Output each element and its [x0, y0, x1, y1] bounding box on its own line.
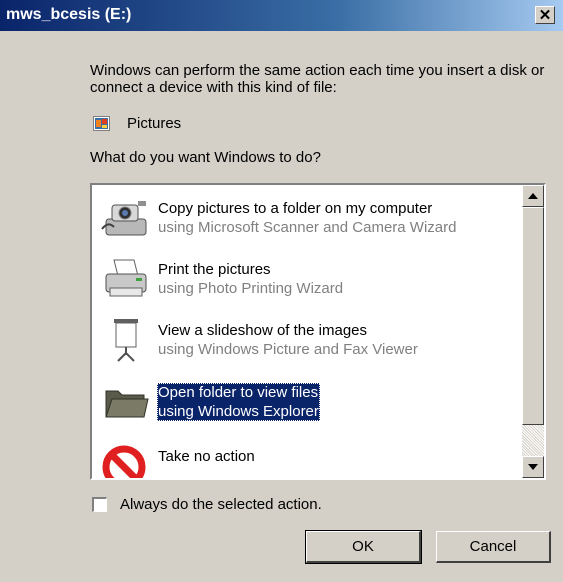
action-list: Copy pictures to a folder on my computer… [92, 185, 522, 478]
list-item-print-pictures[interactable]: Print the pictures using Photo Printing … [96, 246, 522, 306]
list-item-subtitle: using Windows Explorer [158, 403, 319, 420]
list-item-title: Open folder to view files [158, 384, 319, 401]
dialog-description: Windows can perform the same action each… [90, 62, 545, 96]
projector-screen-icon [114, 319, 138, 362]
list-item-copy-pictures[interactable]: Copy pictures to a folder on my computer… [96, 185, 522, 245]
list-item-subtitle: using Windows Picture and Fax Viewer [158, 341, 418, 358]
always-do-action-checkbox[interactable] [92, 497, 107, 512]
cancel-button[interactable]: Cancel [436, 531, 551, 563]
list-item-open-folder[interactable]: Open folder to view files using Windows … [96, 369, 522, 429]
content-type-label: Pictures [127, 115, 182, 132]
list-item-title: Copy pictures to a folder on my computer [158, 200, 433, 217]
camera-icon [101, 201, 147, 236]
autoplay-dialog: mws_bcesis (E:) ✕ Windows can perform th… [0, 0, 563, 582]
scroll-thumb[interactable] [522, 207, 544, 425]
folder-icon [105, 390, 149, 418]
vertical-scrollbar[interactable] [522, 185, 544, 478]
list-item-subtitle: using Photo Printing Wizard [158, 280, 344, 297]
list-item-text: Print the pictures using Photo Printing … [158, 260, 343, 298]
list-item-text: View a slideshow of the images using Win… [158, 321, 418, 359]
list-item-title: Print the pictures [158, 261, 271, 278]
window-title: mws_bcesis (E:) [6, 6, 132, 23]
content-type: Pictures [93, 115, 181, 132]
list-item-text: Open folder to view files using Windows … [157, 383, 320, 421]
ok-button[interactable]: OK [305, 530, 422, 564]
list-item-title: Take no action [158, 448, 255, 465]
no-action-icon [102, 445, 146, 478]
scroll-down-button[interactable] [522, 456, 544, 478]
question-label: What do you want Windows to do? [90, 149, 321, 166]
list-item-take-no-action[interactable]: Take no action [96, 433, 522, 478]
title-bar[interactable]: mws_bcesis (E:) ✕ [0, 0, 563, 31]
always-do-action-row[interactable]: Always do the selected action. [92, 496, 322, 513]
always-do-action-label[interactable]: Always do the selected action. [120, 496, 322, 513]
list-item-text: Take no action [158, 447, 255, 466]
arrow-up-icon [528, 193, 538, 199]
scroll-up-button[interactable] [522, 185, 544, 207]
list-item-text: Copy pictures to a folder on my computer… [158, 199, 456, 237]
arrow-down-icon [528, 464, 538, 470]
list-item-title: View a slideshow of the images [158, 322, 368, 339]
list-item-view-slideshow[interactable]: View a slideshow of the images using Win… [96, 307, 522, 367]
list-item-subtitle: using Microsoft Scanner and Camera Wizar… [158, 219, 457, 236]
pictures-icon [93, 116, 110, 131]
action-listbox[interactable]: Copy pictures to a folder on my computer… [90, 183, 546, 480]
close-icon: ✕ [538, 6, 552, 24]
printer-icon [105, 259, 147, 297]
close-button[interactable]: ✕ [535, 6, 555, 24]
